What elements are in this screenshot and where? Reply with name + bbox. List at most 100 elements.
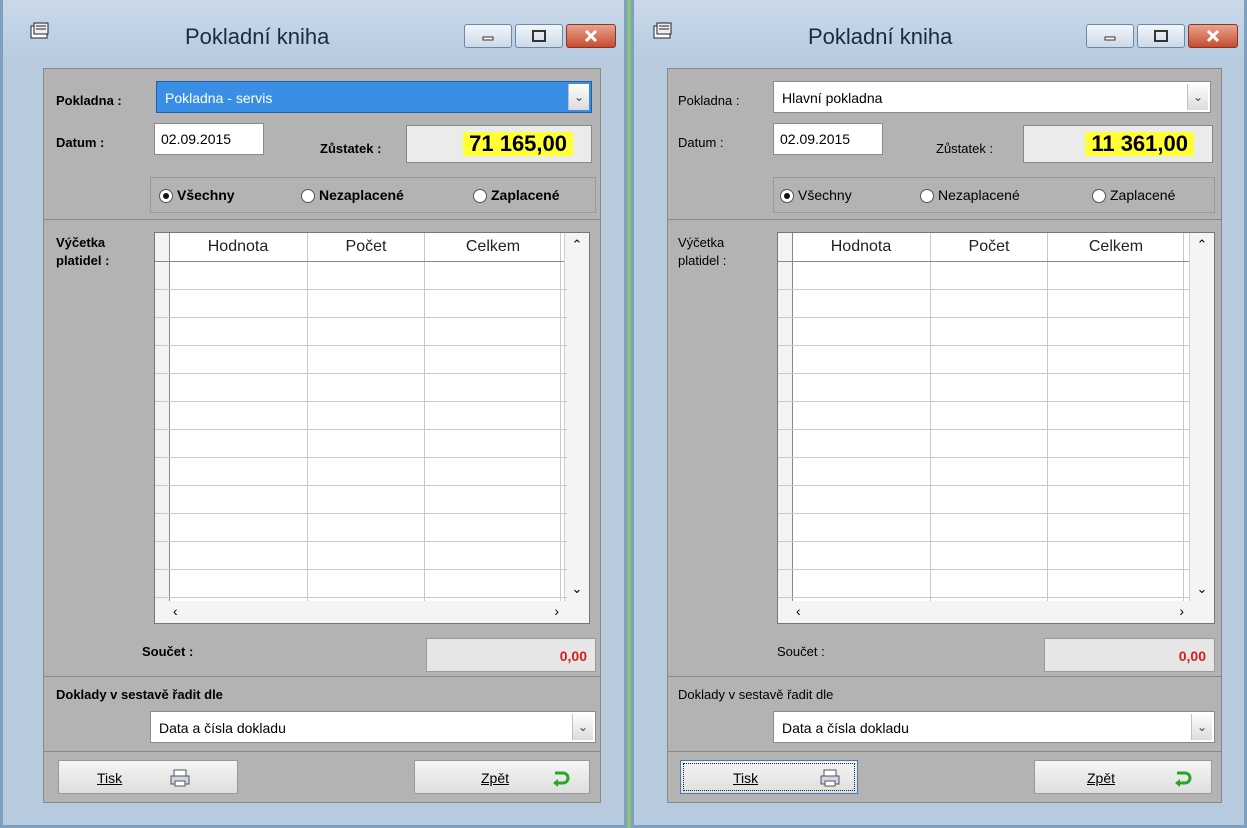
tisk-button[interactable]: Tisk bbox=[680, 760, 858, 794]
return-arrow-icon bbox=[553, 771, 570, 787]
radio-nezaplacene[interactable]: Nezaplacené bbox=[920, 187, 1020, 203]
datum-field[interactable]: 02.09.2015 bbox=[773, 123, 883, 155]
datum-field[interactable]: 02.09.2015 bbox=[154, 123, 264, 155]
doklady-panel: Doklady v sestavě řadit dle Data a čísla… bbox=[667, 676, 1222, 752]
vycetka-panel: Výčetka platidel : Hodnota Počet Celkem … bbox=[43, 219, 601, 677]
column-header-pocet[interactable]: Počet bbox=[931, 233, 1047, 261]
zustatek-box: 71 165,00 bbox=[406, 125, 592, 163]
soucet-value: 0,00 bbox=[559, 648, 587, 664]
grid-row-line bbox=[778, 457, 1190, 458]
scroll-down-icon[interactable]: ⌄ bbox=[565, 581, 589, 597]
doklady-panel: Doklady v sestavě řadit dle Data a čísla… bbox=[43, 676, 601, 752]
radio-vsechny[interactable]: Všechny bbox=[159, 187, 235, 203]
doklady-label: Doklady v sestavě řadit dle bbox=[678, 687, 834, 702]
grid-row-line bbox=[155, 457, 567, 458]
radio-zaplacene[interactable]: Zaplacené bbox=[1092, 187, 1175, 203]
minimize-icon bbox=[482, 36, 494, 41]
header-panel: Pokladna : Pokladna - servis ⌄ Datum : 0… bbox=[43, 68, 601, 220]
vycetka-grid[interactable]: Hodnota Počet Celkem ⌃ ⌄ ‹ › bbox=[777, 232, 1215, 624]
radio-vsechny[interactable]: Všechny bbox=[780, 187, 852, 203]
radio-label: Všechny bbox=[798, 187, 852, 203]
button-panel: Tisk Zpět bbox=[667, 751, 1222, 803]
return-arrow-icon bbox=[1175, 771, 1192, 787]
minimize-button[interactable] bbox=[1086, 24, 1134, 48]
zpet-button[interactable]: Zpět bbox=[1034, 760, 1212, 794]
grid-row-line bbox=[778, 569, 1190, 570]
row-header-column bbox=[155, 233, 170, 623]
scroll-down-icon[interactable]: ⌄ bbox=[1190, 581, 1214, 597]
window-left: Pokladní kniha Pokladna : Pokladna - ser… bbox=[0, 0, 627, 828]
zpet-button[interactable]: Zpět bbox=[414, 760, 590, 794]
pokladna-value: Pokladna - servis bbox=[165, 90, 273, 106]
scroll-right-icon[interactable]: › bbox=[554, 603, 559, 619]
window-title: Pokladní kniha bbox=[808, 24, 953, 49]
header-divider bbox=[778, 261, 1190, 262]
soucet-label: Součet : bbox=[777, 644, 825, 659]
grid-row-line bbox=[778, 541, 1190, 542]
chevron-down-icon[interactable]: ⌄ bbox=[568, 84, 589, 110]
column-header-celkem[interactable]: Celkem bbox=[1048, 233, 1184, 261]
radio-label: Nezaplacené bbox=[319, 187, 404, 203]
close-icon bbox=[584, 29, 598, 43]
grid-row-line bbox=[155, 401, 567, 402]
minimize-button[interactable] bbox=[464, 24, 512, 48]
pokladna-label: Pokladna : bbox=[56, 93, 122, 108]
column-header-pocet[interactable]: Počet bbox=[308, 233, 424, 261]
doklady-combo[interactable]: Data a čísla dokladu ⌄ bbox=[150, 711, 596, 743]
close-button[interactable] bbox=[566, 24, 616, 48]
scroll-up-icon[interactable]: ⌃ bbox=[565, 237, 589, 253]
header-divider bbox=[155, 261, 567, 262]
grid-row-line bbox=[778, 513, 1190, 514]
vertical-scrollbar[interactable]: ⌃ ⌄ bbox=[1189, 233, 1214, 601]
grid-row-line bbox=[155, 429, 567, 430]
grid-row-line bbox=[155, 597, 567, 598]
radio-dot bbox=[920, 189, 934, 203]
grid-row-line bbox=[778, 317, 1190, 318]
radio-dot bbox=[473, 189, 487, 203]
pokladna-combo[interactable]: Hlavní pokladna ⌄ bbox=[773, 81, 1211, 113]
chevron-down-icon[interactable]: ⌄ bbox=[1191, 714, 1212, 740]
column-header-hodnota[interactable]: Hodnota bbox=[169, 233, 307, 261]
doklady-combo[interactable]: Data a čísla dokladu ⌄ bbox=[773, 711, 1215, 743]
column-header-celkem[interactable]: Celkem bbox=[425, 233, 561, 261]
vycetka-label: Výčetka platidel : bbox=[678, 235, 727, 268]
maximize-button[interactable] bbox=[515, 24, 563, 48]
scroll-right-icon[interactable]: › bbox=[1179, 603, 1184, 619]
close-button[interactable] bbox=[1188, 24, 1238, 48]
grid-row-line bbox=[155, 289, 567, 290]
radio-zaplacene[interactable]: Zaplacené bbox=[473, 187, 559, 203]
title-bar[interactable]: Pokladní kniha bbox=[3, 0, 624, 58]
horizontal-scrollbar[interactable]: ‹ › bbox=[169, 601, 589, 623]
chevron-down-icon[interactable]: ⌄ bbox=[1187, 84, 1208, 110]
horizontal-scrollbar[interactable]: ‹ › bbox=[792, 601, 1214, 623]
pokladna-label: Pokladna : bbox=[678, 93, 740, 108]
minimize-icon bbox=[1104, 36, 1116, 41]
grid-row-line bbox=[778, 373, 1190, 374]
soucet-box: 0,00 bbox=[426, 638, 596, 672]
row-header-column bbox=[778, 233, 793, 623]
maximize-icon bbox=[1154, 30, 1168, 42]
filter-radio-group: Všechny Nezaplacené Zaplacené bbox=[150, 177, 596, 213]
grid-row-line bbox=[155, 317, 567, 318]
radio-label: Zaplacené bbox=[1110, 187, 1176, 203]
datum-label: Datum : bbox=[678, 135, 724, 150]
soucet-value: 0,00 bbox=[1178, 648, 1206, 664]
title-bar[interactable]: Pokladní kniha bbox=[634, 0, 1244, 58]
doklady-value: Data a čísla dokladu bbox=[159, 720, 286, 736]
scroll-up-icon[interactable]: ⌃ bbox=[1190, 237, 1214, 253]
scroll-left-icon[interactable]: ‹ bbox=[173, 603, 178, 619]
radio-nezaplacene[interactable]: Nezaplacené bbox=[301, 187, 404, 203]
vycetka-grid[interactable]: Hodnota Počet Celkem ⌃ ⌄ ‹ › bbox=[154, 232, 590, 624]
zustatek-value: 71 165,00 bbox=[463, 132, 573, 156]
grid-row-line bbox=[155, 541, 567, 542]
button-panel: Tisk Zpět bbox=[43, 751, 601, 803]
maximize-button[interactable] bbox=[1137, 24, 1185, 48]
column-header-hodnota[interactable]: Hodnota bbox=[792, 233, 930, 261]
vertical-scrollbar[interactable]: ⌃ ⌄ bbox=[564, 233, 589, 601]
scroll-left-icon[interactable]: ‹ bbox=[796, 603, 801, 619]
chevron-down-icon[interactable]: ⌄ bbox=[572, 714, 593, 740]
grid-row-line bbox=[778, 597, 1190, 598]
doklady-label: Doklady v sestavě řadit dle bbox=[56, 687, 223, 702]
pokladna-combo[interactable]: Pokladna - servis ⌄ bbox=[156, 81, 592, 113]
tisk-button[interactable]: Tisk bbox=[58, 760, 238, 794]
